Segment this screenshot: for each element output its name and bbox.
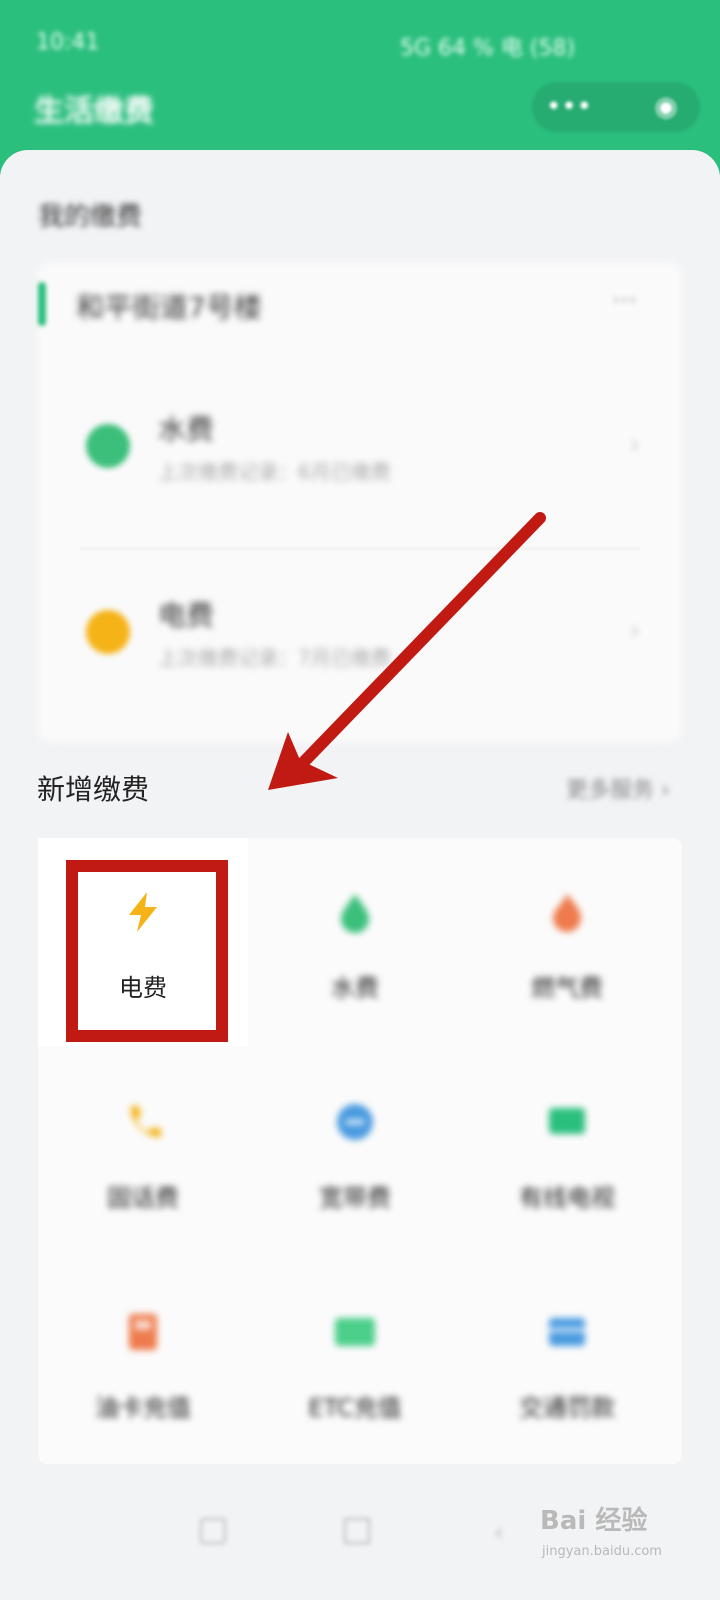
etc-card-icon [335, 1318, 375, 1346]
target-close-icon[interactable]: ◉ [646, 91, 686, 123]
grid-item-label: 燃气费 [531, 974, 603, 1002]
back-key-icon[interactable]: ‹ [494, 1518, 516, 1546]
status-indicators: 5G 64 % 电 (58) [400, 36, 576, 61]
grid-item-label: 有线电视 [519, 1184, 615, 1212]
water-drop-icon [86, 424, 130, 468]
bill-row-water[interactable]: 水费 上次缴费记录：6月已缴费 › [40, 376, 680, 526]
grid-item-landline[interactable]: 固话费 [38, 1048, 248, 1256]
grid-item-label: 交通罚款 [519, 1394, 615, 1422]
grid-item-label: ETC充值 [308, 1394, 402, 1422]
highlight-box [66, 860, 228, 1042]
water-drop-icon [341, 894, 369, 933]
grid-item-gas[interactable]: 燃气费 [462, 838, 672, 1046]
bill-subtitle: 上次缴费记录：6月已缴费 [158, 460, 391, 484]
watermark-url: jingyan.baidu.com [542, 1544, 662, 1559]
bill-subtitle: 上次缴费记录：7月已缴费 [158, 646, 391, 670]
grid-item-label: 宽带费 [319, 1184, 391, 1212]
address-label: 和平街道7号楼 [76, 291, 262, 324]
address-more-button[interactable]: ··· [612, 286, 637, 316]
add-payment-title: 新增缴费 [37, 773, 150, 806]
watermark-brand: Bai 经验 [540, 1506, 648, 1536]
menu-key-icon[interactable] [200, 1518, 226, 1544]
app-header: 10:41 5G 64 % 电 (58) 生活缴费 ••• ◉ [0, 0, 720, 175]
my-bills-title: 我的缴费 [38, 202, 143, 232]
grid-item-etc[interactable]: ETC充值 [250, 1258, 460, 1466]
tv-icon [549, 1108, 585, 1134]
flame-icon [553, 894, 581, 932]
grid-item-traffic-fine[interactable]: 交通罚款 [462, 1258, 672, 1466]
fuel-card-icon [129, 1314, 157, 1350]
bill-title: 电费 [158, 599, 215, 632]
more-dots-icon[interactable]: ••• [546, 91, 592, 123]
grid-item-water[interactable]: 水费 [250, 838, 460, 1046]
grid-item-broadband[interactable]: 宽带费 [250, 1048, 460, 1256]
phone-icon [130, 1106, 161, 1138]
lightning-icon [86, 610, 130, 654]
home-key-icon[interactable] [344, 1518, 370, 1544]
baidu-watermark: Bai 经验 jingyan.baidu.com [540, 1500, 700, 1570]
status-bar: 10:41 5G 64 % 电 (58) [0, 24, 720, 64]
bill-title: 水费 [158, 413, 215, 446]
address-accent-bar [38, 282, 46, 326]
more-services-link[interactable]: 更多服务 › [566, 772, 670, 804]
bill-row-electric[interactable]: 电费 上次缴费记录：7月已缴费 › [40, 562, 680, 712]
grid-item-label: 油卡充值 [95, 1394, 191, 1422]
chevron-right-icon: › [629, 430, 640, 460]
status-time: 10:41 [36, 30, 100, 55]
grid-item-fuel-card[interactable]: 油卡充值 [38, 1258, 248, 1466]
traffic-fine-icon [549, 1318, 585, 1346]
grid-item-label: 水费 [331, 974, 379, 1002]
grid-item-label: 固话费 [107, 1184, 179, 1212]
chevron-right-icon: › [629, 616, 640, 646]
grid-item-cable-tv[interactable]: 有线电视 [462, 1048, 672, 1256]
divider [80, 548, 640, 549]
page-title: 生活缴费 [34, 94, 154, 129]
mini-program-capsule[interactable]: ••• ◉ [532, 82, 700, 132]
broadband-icon [337, 1104, 373, 1140]
